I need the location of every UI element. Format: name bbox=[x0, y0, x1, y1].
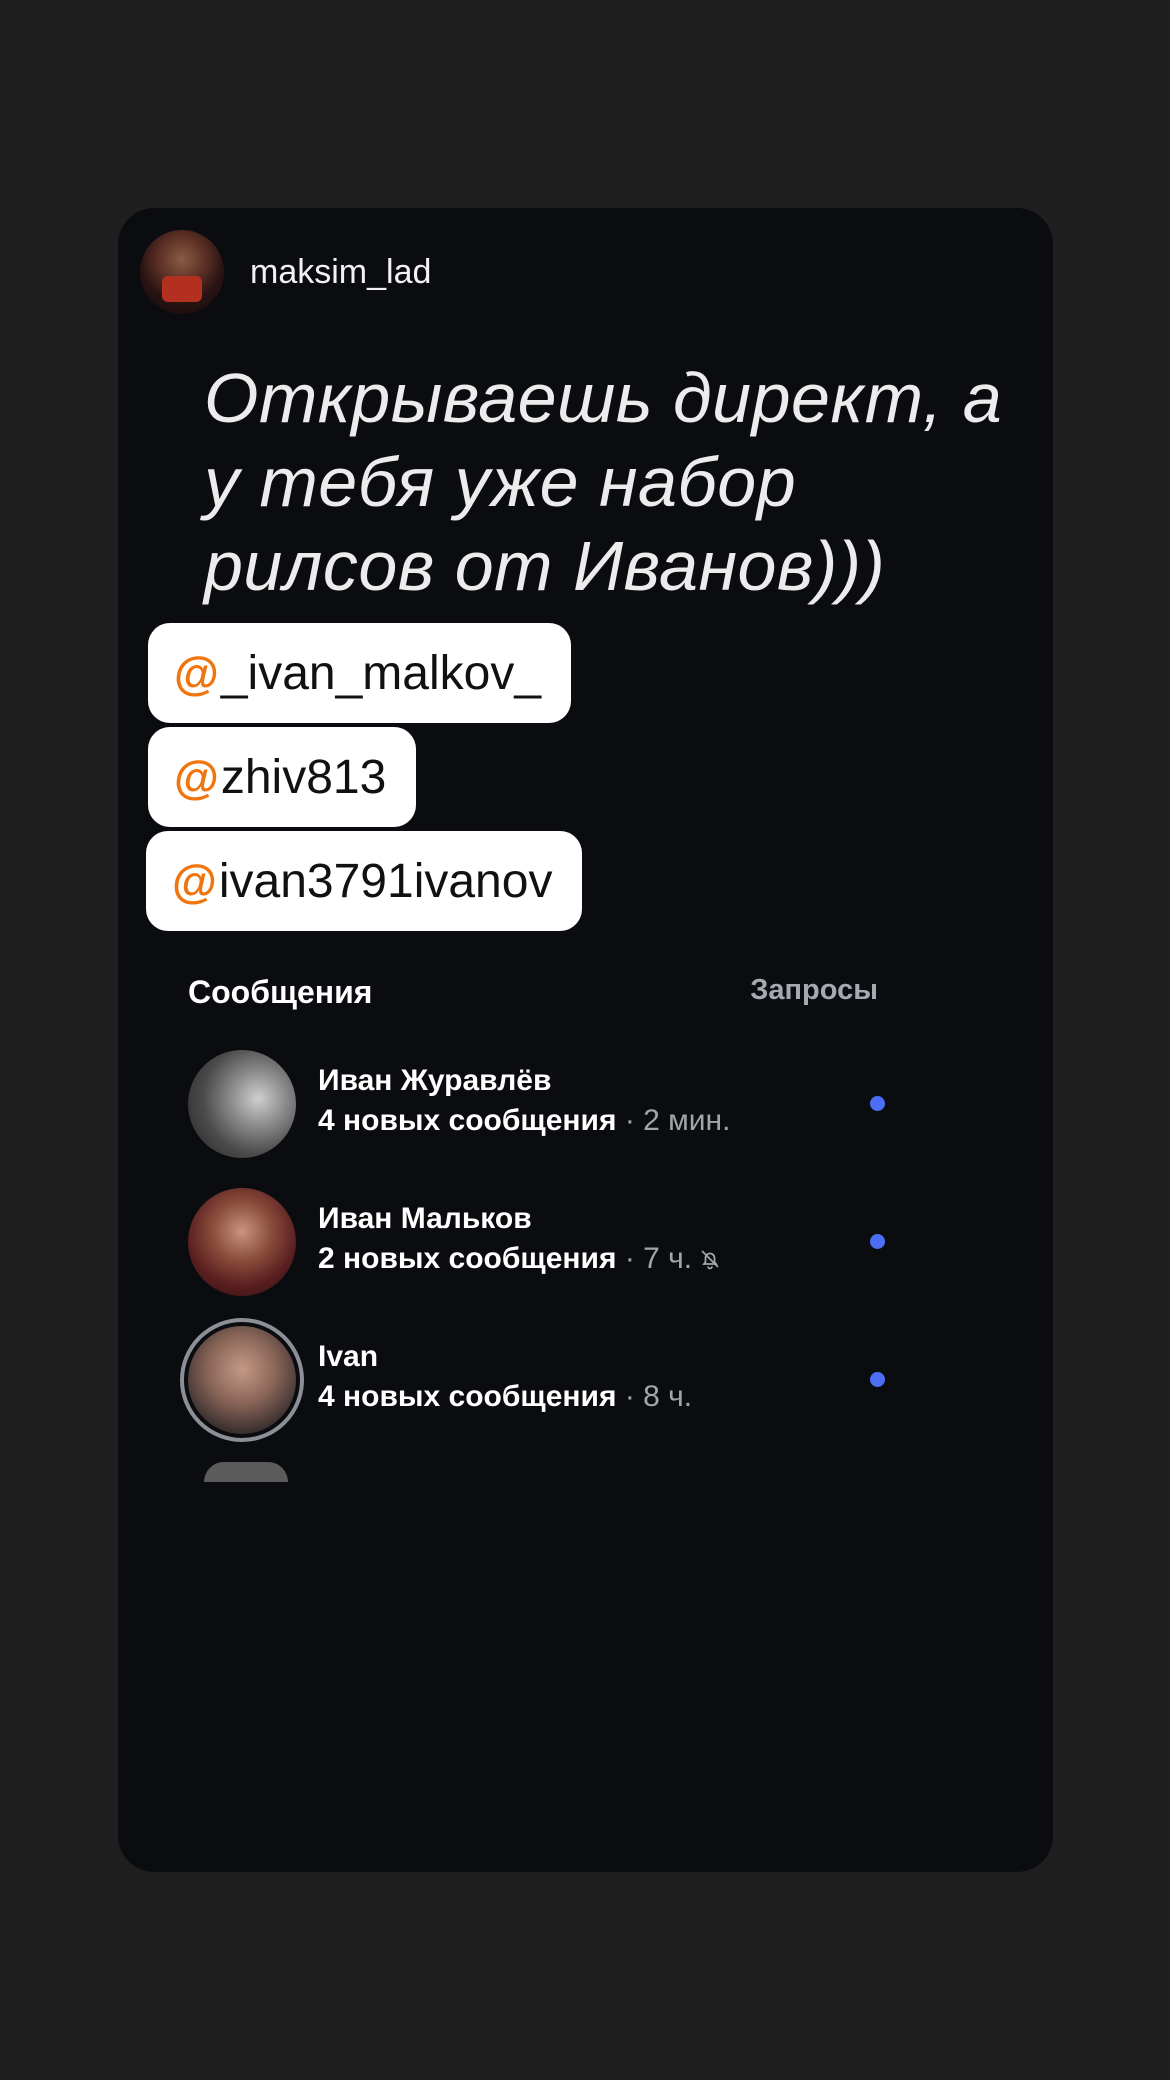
mention-sticker-2[interactable]: @ zhiv813 bbox=[148, 727, 417, 827]
unread-dot-icon bbox=[870, 1372, 885, 1387]
mention-handle: _ivan_malkov_ bbox=[220, 646, 542, 700]
requests-link[interactable]: Запросы bbox=[750, 974, 878, 1011]
thread-name: Ivan bbox=[318, 1340, 379, 1373]
thread-meta: 4 новых сообщения · 8 ч. bbox=[318, 1380, 692, 1414]
avatar-with-story-ring[interactable] bbox=[180, 1318, 304, 1442]
threads-at-icon: @ bbox=[174, 751, 219, 803]
new-message-count: 4 новых сообщения bbox=[318, 1104, 617, 1137]
threads-at-icon: @ bbox=[172, 855, 217, 907]
thread-meta: 4 новых сообщения · 2 мин. bbox=[318, 1104, 730, 1138]
inbox-header: Сообщения Запросы bbox=[188, 974, 878, 1011]
story-headline: Открываешь директ, а у тебя уже набор ри… bbox=[204, 359, 1003, 605]
mention-sticker-3[interactable]: @ ivan3791ivanov bbox=[146, 831, 583, 931]
thread-row[interactable]: Ivan 4 новых сообщения · 8 ч. bbox=[180, 1318, 908, 1442]
thread-time: · 2 мин. bbox=[616, 1104, 731, 1137]
unread-dot-icon bbox=[870, 1096, 885, 1111]
mention-handle: zhiv813 bbox=[220, 750, 387, 804]
author-username[interactable]: maksim_lad bbox=[250, 253, 431, 292]
avatar[interactable] bbox=[188, 1050, 296, 1158]
author-avatar[interactable] bbox=[140, 230, 224, 314]
thread-name: Иван Журавлёв bbox=[318, 1064, 552, 1097]
muted-bell-icon bbox=[698, 1245, 722, 1279]
new-message-count: 2 новых сообщения bbox=[318, 1242, 617, 1275]
mention-handle: ivan3791ivanov bbox=[218, 854, 553, 908]
thread-time: · 7 ч. bbox=[616, 1242, 693, 1275]
threads-at-icon: @ bbox=[174, 647, 219, 699]
thread-row[interactable]: Иван Журавлёв 4 новых сообщения · 2 мин. bbox=[188, 1050, 908, 1160]
story-author[interactable]: maksim_lad bbox=[140, 230, 431, 314]
thread-row[interactable]: Иван Мальков 2 новых сообщения · 7 ч. bbox=[188, 1188, 908, 1298]
thread-time: · 8 ч. bbox=[616, 1380, 693, 1413]
unread-dot-icon bbox=[870, 1234, 885, 1249]
new-message-count: 4 новых сообщения bbox=[318, 1380, 617, 1413]
thread-meta: 2 новых сообщения · 7 ч. bbox=[318, 1242, 722, 1279]
story-card: maksim_lad Открываешь директ, а у тебя у… bbox=[118, 208, 1053, 1872]
avatar-partial bbox=[204, 1462, 288, 1482]
thread-name: Иван Мальков bbox=[318, 1202, 532, 1235]
avatar[interactable] bbox=[188, 1188, 296, 1296]
mention-sticker-1[interactable]: @ _ivan_malkov_ bbox=[148, 623, 572, 723]
inbox-title: Сообщения bbox=[188, 974, 373, 1010]
